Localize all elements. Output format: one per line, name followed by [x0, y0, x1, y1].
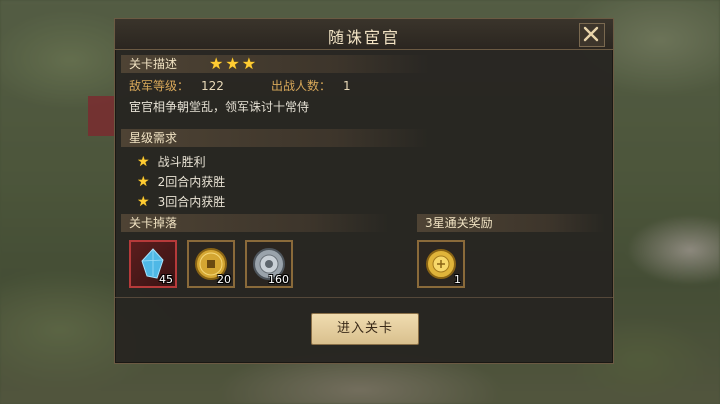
enter-stage-button[interactable]: 进入关卡 [311, 313, 419, 345]
drop-item-count: 20 [217, 273, 231, 286]
close-x-icon [583, 26, 599, 42]
footer-divider [115, 297, 613, 298]
stage-drops-header: 关卡掉落 [121, 214, 389, 232]
star-requirement-text: 战斗胜利 [157, 155, 206, 169]
star-requirement-item: ★ 2回合内获胜 [137, 173, 225, 190]
deploy-count-value: 1 [343, 79, 351, 93]
star-icon: ★ [209, 54, 224, 73]
drop-item-blue-crystal[interactable]: 45 [129, 240, 177, 288]
star-requirement-item: ★ 战斗胜利 [137, 153, 206, 170]
stage-description-header: 关卡描述 [121, 55, 429, 73]
star-requirements-heading: 星级需求 [129, 131, 178, 145]
star-icon: ★ [225, 54, 240, 73]
drop-item-count: 45 [159, 273, 173, 286]
enemy-level-label: 敌军等级： [129, 79, 190, 93]
three-star-reward-heading: 3星通关奖励 [425, 216, 493, 230]
star-requirement-text: 2回合内获胜 [157, 175, 226, 189]
deploy-count-label: 出战人数： [271, 79, 332, 93]
enemy-level-value: 122 [201, 79, 224, 93]
star-icon: ★ [137, 173, 150, 190]
reward-item-gold-medal[interactable]: 1 [417, 240, 465, 288]
deploy-count: 出战人数： 1 [271, 77, 351, 94]
enemy-level: 敌军等级： 122 [129, 77, 224, 94]
star-requirement-text: 3回合内获胜 [157, 195, 226, 209]
stage-description-text: 宦官相争朝堂乱，领军诛讨十常侍 [129, 100, 310, 114]
star-icon: ★ [137, 153, 150, 170]
drop-item-gold-coin[interactable]: 20 [187, 240, 235, 288]
stage-description-heading: 关卡描述 [129, 57, 178, 71]
star-requirement-item: ★ 3回合内获胜 [137, 193, 225, 210]
star-icon: ★ [241, 54, 257, 73]
dialog-title-bar: 随诛宦官 [115, 19, 613, 50]
stage-info-dialog: 随诛宦官 关卡描述 ★ ★ ★ 敌军等级： 122 出战人数： 1 宦官相争朝堂乱，… [114, 18, 614, 364]
dialog-title: 随诛宦官 [327, 28, 400, 47]
reward-item-count: 1 [454, 273, 461, 286]
star-requirements-header: 星级需求 [121, 129, 429, 147]
drop-item-count: 160 [268, 273, 289, 286]
star-icon: ★ [137, 193, 150, 210]
close-button[interactable] [579, 23, 605, 47]
drop-item-silver-coin[interactable]: 160 [245, 240, 293, 288]
stage-star-rating: ★ ★ ★ [209, 56, 256, 72]
stage-drops-heading: 关卡掉落 [129, 216, 178, 230]
three-star-reward-header: 3星通关奖励 [417, 214, 605, 232]
